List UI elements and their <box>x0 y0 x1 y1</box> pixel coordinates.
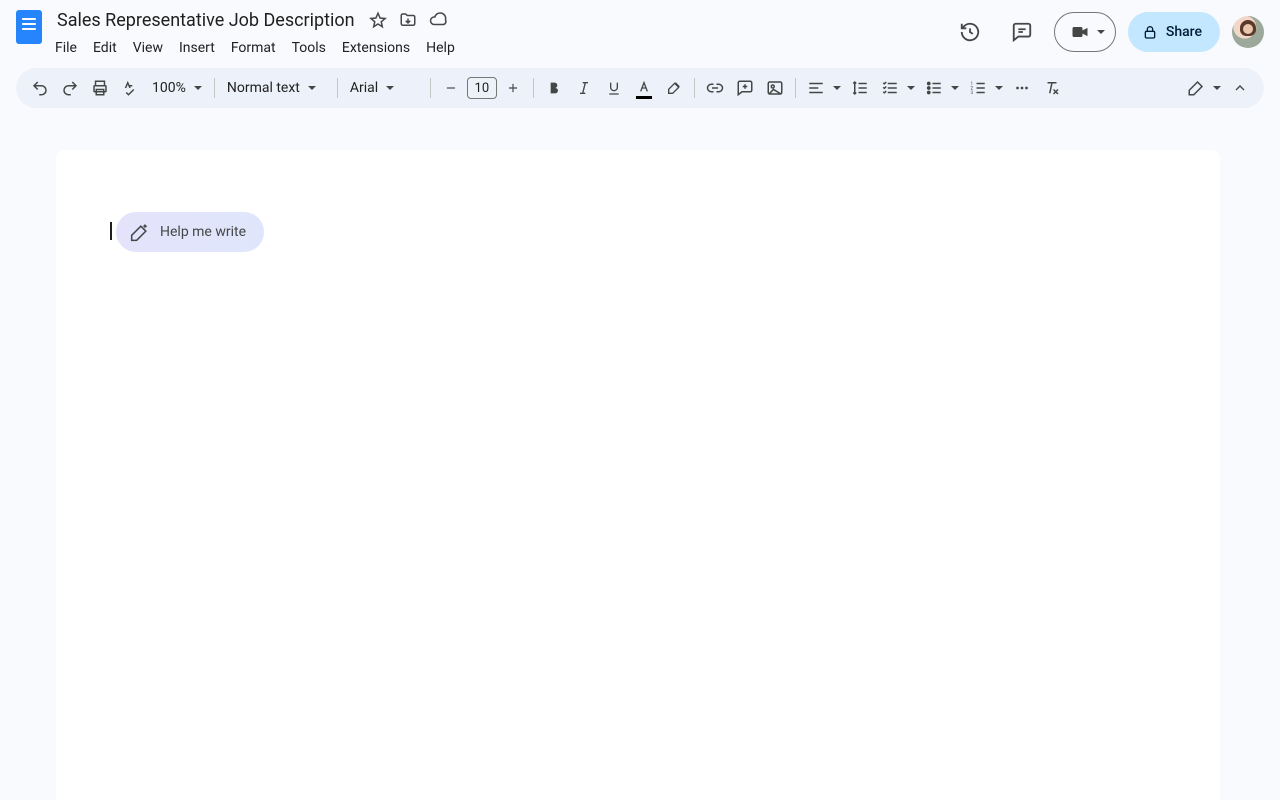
chevron-down-icon <box>194 86 202 90</box>
chevron-down-icon <box>308 86 316 90</box>
menu-format[interactable]: Format <box>224 36 283 60</box>
font-size-group: 10 <box>437 74 527 102</box>
menubar: File Edit View Insert Format Tools Exten… <box>48 36 950 60</box>
insert-link-button[interactable] <box>701 74 729 102</box>
title-row: Sales Representative Job Description <box>54 6 950 34</box>
paragraph-style-select[interactable]: Normal text <box>221 74 331 102</box>
chevron-down-icon <box>386 86 394 90</box>
bulleted-list-dropdown[interactable] <box>920 74 962 102</box>
pencil-icon <box>1182 74 1210 102</box>
chevron-down-icon <box>1213 86 1221 90</box>
help-me-write-label: Help me write <box>160 224 246 240</box>
text-cursor <box>110 222 112 240</box>
clear-formatting-button[interactable] <box>1038 74 1066 102</box>
chevron-down-icon <box>951 86 959 90</box>
checklist-icon <box>876 74 904 102</box>
menu-file[interactable]: File <box>48 36 84 60</box>
zoom-value: 100% <box>152 80 186 96</box>
italic-button[interactable] <box>570 74 598 102</box>
docs-logo-icon[interactable] <box>16 10 42 44</box>
insert-image-button[interactable] <box>761 74 789 102</box>
header-actions: Share <box>950 12 1264 52</box>
underline-button[interactable] <box>600 74 628 102</box>
align-dropdown[interactable] <box>802 74 844 102</box>
chevron-down-icon <box>907 86 915 90</box>
menu-tools[interactable]: Tools <box>285 36 333 60</box>
checklist-dropdown[interactable] <box>876 74 918 102</box>
bold-button[interactable] <box>540 74 568 102</box>
document-title[interactable]: Sales Representative Job Description <box>54 9 358 32</box>
help-me-write-chip[interactable]: Help me write <box>116 212 264 252</box>
zoom-select[interactable]: 100% <box>146 74 208 102</box>
numbered-list-icon: 1 2 3 <box>964 74 992 102</box>
chevron-down-icon <box>995 86 1003 90</box>
svg-text:3: 3 <box>970 90 973 96</box>
separator <box>694 78 695 98</box>
line-spacing-button[interactable] <box>846 74 874 102</box>
numbered-list-dropdown[interactable]: 1 2 3 <box>964 74 1006 102</box>
font-family-value: Arial <box>350 80 378 96</box>
font-size-value: 10 <box>475 81 490 96</box>
video-icon <box>1069 22 1091 42</box>
more-toolbar-button[interactable] <box>1008 74 1036 102</box>
separator <box>337 78 338 98</box>
chevron-down-icon <box>833 86 841 90</box>
magic-pencil-icon <box>130 222 150 242</box>
document-canvas[interactable]: Help me write <box>0 120 1280 800</box>
move-icon[interactable] <box>398 10 418 30</box>
app-header: Sales Representative Job Description Fil… <box>0 0 1280 60</box>
separator <box>430 78 431 98</box>
add-comment-button[interactable] <box>731 74 759 102</box>
account-avatar[interactable] <box>1232 16 1264 48</box>
separator <box>533 78 534 98</box>
toolbar: 100% Normal text Arial 10 <box>16 68 1264 108</box>
share-button[interactable]: Share <box>1128 12 1220 52</box>
font-size-decrease-button[interactable] <box>437 74 465 102</box>
cloud-status-icon[interactable] <box>428 10 448 30</box>
font-size-input[interactable]: 10 <box>467 77 497 99</box>
undo-button[interactable] <box>26 74 54 102</box>
share-label: Share <box>1166 24 1202 40</box>
separator <box>214 78 215 98</box>
bullet-list-icon <box>920 74 948 102</box>
lock-icon <box>1142 24 1158 40</box>
menu-edit[interactable]: Edit <box>86 36 124 60</box>
collapse-toolbar-button[interactable] <box>1226 74 1254 102</box>
editing-mode-dropdown[interactable] <box>1182 74 1224 102</box>
menu-view[interactable]: View <box>126 36 170 60</box>
spellcheck-button[interactable] <box>116 74 144 102</box>
font-size-increase-button[interactable] <box>499 74 527 102</box>
meet-button[interactable] <box>1054 12 1116 52</box>
comments-icon[interactable] <box>1002 12 1042 52</box>
chevron-down-icon <box>1097 30 1105 34</box>
align-icon <box>802 74 830 102</box>
redo-button[interactable] <box>56 74 84 102</box>
page[interactable]: Help me write <box>56 150 1220 800</box>
text-color-button[interactable] <box>630 74 658 102</box>
title-and-menus: Sales Representative Job Description Fil… <box>54 6 950 60</box>
star-icon[interactable] <box>368 10 388 30</box>
text-color-swatch <box>636 96 652 99</box>
print-button[interactable] <box>86 74 114 102</box>
menu-help[interactable]: Help <box>419 36 462 60</box>
menu-extensions[interactable]: Extensions <box>335 36 417 60</box>
font-family-select[interactable]: Arial <box>344 74 424 102</box>
highlight-color-button[interactable] <box>660 74 688 102</box>
paragraph-style-value: Normal text <box>227 80 300 96</box>
menu-insert[interactable]: Insert <box>172 36 222 60</box>
last-edit-icon[interactable] <box>950 12 990 52</box>
separator <box>795 78 796 98</box>
